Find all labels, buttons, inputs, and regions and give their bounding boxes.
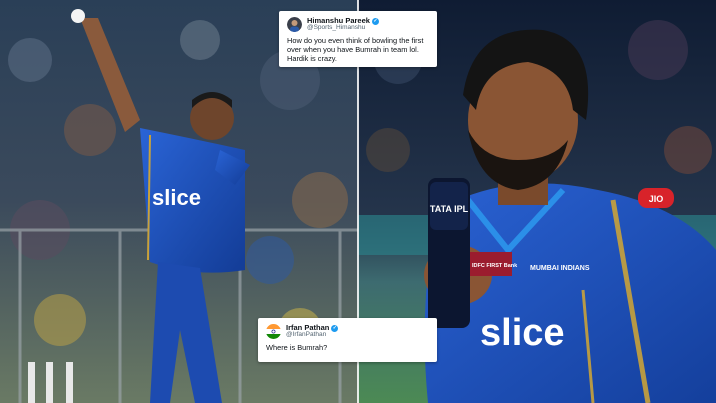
verified-badge-icon: ✓ — [371, 17, 379, 25]
tweet-header: Himanshu Pareek ✓ @Sports_Himanshu — [287, 17, 429, 32]
tweet-card-himanshu[interactable]: Himanshu Pareek ✓ @Sports_Himanshu How d… — [279, 11, 437, 67]
tweet-author-handle[interactable]: @Sports_Himanshu — [307, 24, 379, 32]
sleeve-sponsor: JIO — [649, 194, 664, 204]
tweet-header: Irfan Pathan ✓ @IrfanPathan — [266, 324, 429, 339]
avatar[interactable] — [287, 17, 302, 32]
avatar[interactable] — [266, 324, 281, 339]
mic-brand: TATA IPL — [430, 204, 469, 214]
tweet-text: How do you even think of bowling the fir… — [287, 36, 424, 64]
tweet-author-handle[interactable]: @IrfanPathan — [286, 331, 338, 339]
cricket-ball — [71, 9, 85, 23]
stumps — [28, 362, 73, 403]
sponsor-patch: IDFC FIRST Bank — [472, 263, 518, 269]
team-badge: MUMBAI INDIANS — [530, 265, 590, 272]
jersey-sponsor-left: slice — [152, 185, 201, 210]
verified-badge-icon: ✓ — [331, 324, 339, 332]
tweet-text: Where is Bumrah? — [266, 343, 328, 352]
tweet-card-irfan[interactable]: Irfan Pathan ✓ @IrfanPathan Where is Bum… — [258, 318, 437, 362]
jersey-sponsor-right: slice — [480, 312, 565, 354]
